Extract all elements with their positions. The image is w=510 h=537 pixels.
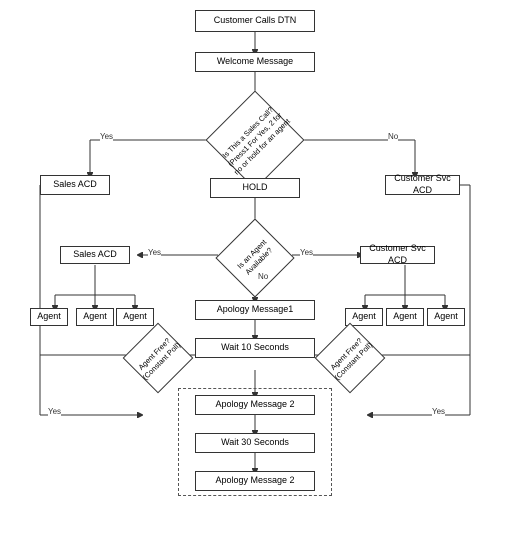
apology-message-2: Apology Message 2 — [195, 395, 315, 415]
yes-label-left: Yes — [100, 132, 113, 141]
sales-acd-top: Sales ACD — [40, 175, 110, 195]
yes-label-free-right: Yes — [432, 407, 445, 416]
welcome-message: Welcome Message — [195, 52, 315, 72]
agent-available-diamond: Is an Agent Available? — [215, 228, 295, 288]
customer-svc-acd-top: Customer Svc ACD — [385, 175, 460, 195]
yes-label-agent-right: Yes — [300, 248, 313, 257]
customer-svc-acd-bottom: Customer Svc ACD — [360, 246, 435, 264]
sales-call-diamond: Is This a Sales Call?(Press1 For Yes, 2 … — [205, 100, 305, 180]
agent-cust-2: Agent — [386, 308, 424, 326]
sales-acd-bottom: Sales ACD — [60, 246, 130, 264]
agent-sales-1: Agent — [30, 308, 68, 326]
wait-30-seconds: Wait 30 Seconds — [195, 433, 315, 453]
hold-box: HOLD — [210, 178, 300, 198]
yes-label-free-left: Yes — [48, 407, 61, 416]
agent-cust-3: Agent — [427, 308, 465, 326]
agent-sales-2: Agent — [76, 308, 114, 326]
apology-message-2b: Apology Message 2 — [195, 471, 315, 491]
wait-10-seconds: Wait 10 Seconds — [195, 338, 315, 358]
no-label-agent: No — [258, 272, 268, 281]
apology-message-1: Apology Message1 — [195, 300, 315, 320]
agent-free-left: Agent Free? (Constant Poll) — [118, 330, 198, 385]
flowchart: Customer Calls DTN Welcome Message Is Th… — [0, 0, 510, 537]
agent-free-right: Agent Free? (Constant Poll) — [310, 330, 390, 385]
customer-calls-dtn: Customer Calls DTN — [195, 10, 315, 32]
no-label-right: No — [388, 132, 398, 141]
agent-sales-3: Agent — [116, 308, 154, 326]
yes-label-agent-left: Yes — [148, 248, 161, 257]
